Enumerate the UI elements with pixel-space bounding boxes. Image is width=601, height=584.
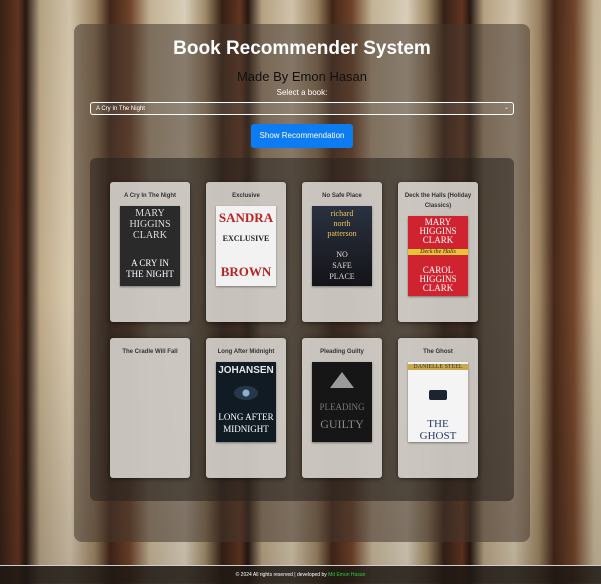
book-title: A Cry In The Night bbox=[123, 193, 177, 199]
main-panel: Book Recommender System Made By Emon Has… bbox=[74, 24, 530, 542]
book-cover: MARY HIGGINS CLARK Deck the Halls CAROL … bbox=[408, 216, 468, 296]
cover-text: THE GHOST bbox=[419, 418, 457, 442]
cover-text: NO bbox=[336, 250, 348, 259]
cover-text: A CRY IN bbox=[131, 258, 169, 268]
pyramid-image bbox=[330, 372, 354, 388]
house-image bbox=[429, 390, 447, 400]
cover-text: richard bbox=[330, 209, 354, 218]
book-title: No Safe Place bbox=[322, 193, 362, 199]
footer: © 2024 All rights reserved | developed b… bbox=[0, 565, 601, 584]
book-title: Long After Midnight bbox=[217, 349, 275, 355]
select-label: Select a book: bbox=[276, 88, 328, 97]
cover-text: Deck the Halls bbox=[408, 249, 468, 255]
book-cover: richard north patterson NO SAFE PLACE bbox=[312, 206, 372, 286]
eye-image bbox=[234, 386, 258, 400]
cover-text: CLARK bbox=[133, 230, 167, 241]
book-title: Exclusive bbox=[232, 193, 260, 199]
cover-text: north bbox=[333, 219, 351, 228]
cover-text: SANDRA bbox=[218, 210, 274, 225]
cover-text: CLARK bbox=[422, 283, 454, 293]
cover-text: MIDNIGHT bbox=[223, 424, 269, 434]
book-card: No Safe Place richard north patterson NO… bbox=[302, 182, 382, 322]
cover-text: BROWN bbox=[220, 264, 272, 279]
cover-text: PLEADING bbox=[319, 402, 365, 412]
page-title: Book Recommender System bbox=[173, 38, 431, 59]
book-card: Deck the Halls (Holiday Classics) MARY H… bbox=[398, 182, 478, 322]
cover-text: LONG AFTER bbox=[218, 412, 274, 422]
cover-text: PLACE bbox=[329, 272, 355, 281]
book-cover: MARY HIGGINS CLARK A CRY IN THE NIGHT bbox=[120, 206, 180, 286]
book-select[interactable]: A Cry In The Night ⌄ bbox=[90, 102, 514, 115]
cover-text: SAFE bbox=[332, 261, 352, 270]
cover-text: THE NIGHT bbox=[126, 269, 174, 279]
cover-text: CLARK bbox=[422, 235, 454, 245]
cover-text: patterson bbox=[327, 229, 357, 238]
book-card: A Cry In The Night MARY HIGGINS CLARK A … bbox=[110, 182, 190, 322]
cover-text: GUILTY bbox=[320, 417, 364, 431]
cover-text: JOHANSEN bbox=[218, 365, 274, 376]
book-select-value: A Cry In The Night bbox=[96, 106, 145, 112]
book-card: The Cradle Will Fall bbox=[110, 338, 190, 478]
book-cover: DANIELLE STEEL THE GHOST bbox=[408, 362, 468, 442]
chevron-down-icon: ⌄ bbox=[503, 105, 509, 111]
footer-text: © 2024 All rights reserved | developed b… bbox=[235, 572, 327, 578]
book-title: Pleading Guilty bbox=[320, 349, 364, 355]
book-title: The Ghost bbox=[423, 349, 453, 355]
book-card: Long After Midnight JOHANSEN LONG AFTER … bbox=[206, 338, 286, 478]
show-recommendation-button[interactable]: Show Recommendation bbox=[251, 124, 353, 148]
cover-text: MARY bbox=[135, 208, 165, 219]
book-cover: PLEADING GUILTY bbox=[312, 362, 372, 442]
recommendation-grid: A Cry In The Night MARY HIGGINS CLARK A … bbox=[90, 158, 514, 501]
book-title: Deck the Halls (Holiday Classics) bbox=[404, 193, 472, 209]
book-card: The Ghost DANIELLE STEEL THE GHOST bbox=[398, 338, 478, 478]
cover-text: EXCLUSIVE bbox=[222, 234, 270, 243]
book-title: The Cradle Will Fall bbox=[122, 349, 178, 355]
page-subtitle: Made By Emon Hasan bbox=[236, 69, 368, 84]
cover-text: DANIELLE STEEL bbox=[408, 364, 468, 370]
developer-link[interactable]: Md Emon Hasan bbox=[328, 572, 365, 578]
book-card: Exclusive SANDRA EXCLUSIVE BROWN bbox=[206, 182, 286, 322]
book-cover: JOHANSEN LONG AFTER MIDNIGHT bbox=[216, 362, 276, 442]
book-card: Pleading Guilty PLEADING GUILTY bbox=[302, 338, 382, 478]
cover-text: HIGGINS bbox=[129, 219, 171, 230]
book-cover: SANDRA EXCLUSIVE BROWN bbox=[216, 206, 276, 286]
